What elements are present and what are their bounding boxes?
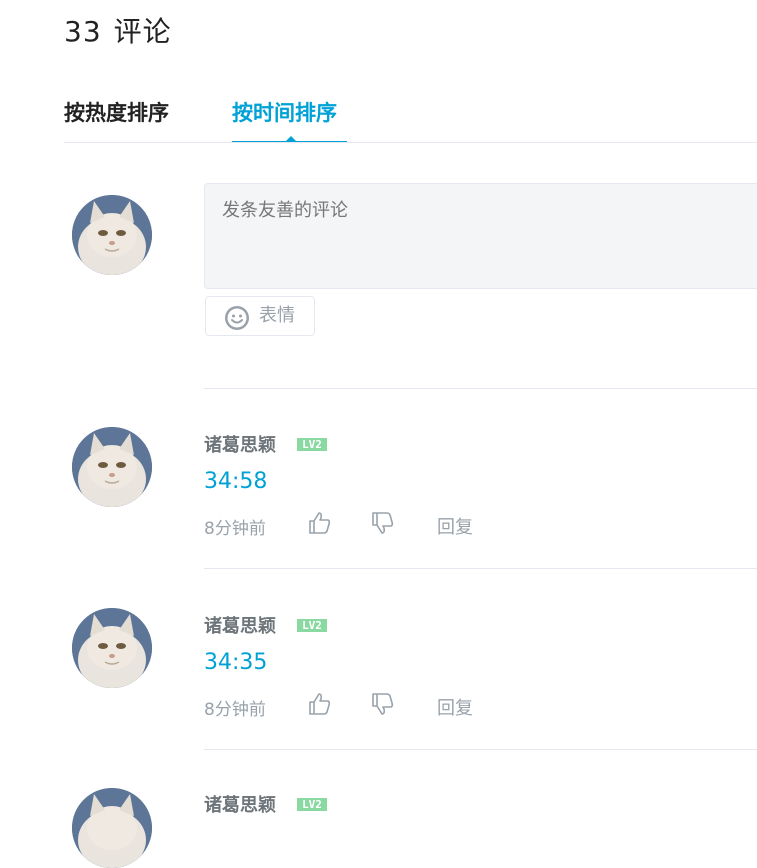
user-level-badge: LV2 (297, 438, 327, 451)
cat-avatar-image (72, 195, 152, 275)
comment-header: 33 评论 (64, 12, 172, 52)
composer-divider (204, 388, 757, 389)
user-level-badge: LV2 (297, 798, 327, 811)
comment-input-placeholder: 发条友善的评论 (222, 200, 348, 221)
comment-username[interactable]: 诸葛思颖 (204, 431, 276, 457)
tab-sort-hot[interactable]: 按热度排序 (64, 96, 169, 130)
smiley-icon (224, 305, 250, 335)
comment-avatar[interactable] (72, 608, 152, 688)
my-avatar[interactable] (72, 195, 152, 275)
comment-text[interactable]: 34:58 (204, 469, 267, 494)
thumbs-up-icon[interactable] (308, 511, 332, 539)
comment-text[interactable]: 34:35 (204, 650, 267, 675)
comment-avatar[interactable] (72, 788, 152, 868)
reply-button[interactable]: 回复 (437, 513, 473, 539)
thumbs-down-icon[interactable] (371, 511, 395, 539)
reply-button[interactable]: 回复 (437, 694, 473, 720)
comment-avatar[interactable] (72, 427, 152, 507)
user-level-badge: LV2 (297, 619, 327, 632)
comment-time: 8分钟前 (204, 700, 266, 720)
cat-avatar-image (72, 608, 152, 688)
emoji-button[interactable]: 表情 (205, 296, 315, 336)
cat-avatar-image (72, 788, 152, 868)
comment-input[interactable]: 发条友善的评论 (204, 183, 757, 289)
comment-title: 评论 (113, 15, 172, 48)
thumbs-down-icon[interactable] (371, 692, 395, 720)
comment-divider (204, 568, 757, 569)
comment-time: 8分钟前 (204, 519, 266, 539)
sort-tabs: 按热度排序 按时间排序 (64, 96, 757, 144)
comment-username[interactable]: 诸葛思颖 (204, 612, 276, 638)
tab-sort-time[interactable]: 按时间排序 (232, 96, 337, 130)
cat-avatar-image (72, 427, 152, 507)
comment-count: 33 (64, 15, 102, 48)
tabs-divider (64, 142, 757, 143)
thumbs-up-icon[interactable] (308, 692, 332, 720)
emoji-button-label: 表情 (259, 305, 295, 326)
comment-username[interactable]: 诸葛思颖 (204, 791, 276, 817)
active-tab-caret (286, 136, 296, 141)
comment-divider (204, 749, 757, 750)
